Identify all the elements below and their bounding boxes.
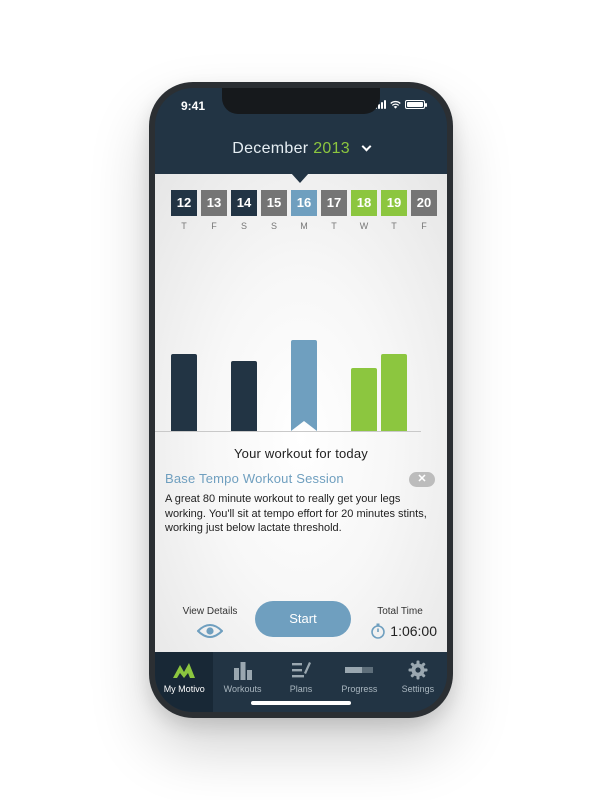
month-selector[interactable]: December 2013 — [155, 122, 447, 174]
month-label: December — [232, 140, 309, 157]
app-screen: 9:41 December 2013 12 T 13 F 14 S 15 S 1… — [155, 88, 447, 712]
day-item[interactable]: 17 T — [321, 190, 347, 231]
start-button[interactable]: Start — [255, 601, 351, 637]
wifi-icon — [390, 101, 401, 109]
notch — [222, 88, 380, 114]
gear-icon — [408, 660, 428, 680]
day-number: 18 — [351, 190, 377, 216]
tab-settings[interactable]: Settings — [389, 652, 447, 712]
weekday-label: T — [181, 221, 187, 231]
day-number: 20 — [411, 190, 437, 216]
session-title[interactable]: Base Tempo Workout Session — [165, 471, 344, 486]
selected-day-pointer — [291, 173, 309, 183]
day-item[interactable]: 18 W — [351, 190, 377, 231]
phone-frame: 9:41 December 2013 12 T 13 F 14 S 15 S 1… — [149, 82, 453, 718]
day-number: 16 — [291, 190, 317, 216]
day-item[interactable]: 12 T — [171, 190, 197, 231]
day-number: 14 — [231, 190, 257, 216]
weekday-label: F — [421, 221, 427, 231]
day-item[interactable]: 13 F — [201, 190, 227, 231]
bar-chart-icon — [233, 662, 252, 680]
progress-icon — [345, 667, 374, 673]
day-item[interactable]: 19 T — [381, 190, 407, 231]
tab-label: Plans — [289, 684, 313, 694]
chart-baseline — [155, 431, 421, 432]
view-details-label: View Details — [182, 606, 238, 617]
weekday-label: M — [300, 221, 308, 231]
day-bar-19[interactable] — [381, 354, 407, 431]
total-time-value: 1:06:00 — [390, 623, 437, 639]
day-item-selected[interactable]: 16 M — [291, 190, 317, 231]
weekday-label: S — [240, 221, 247, 231]
day-number: 13 — [201, 190, 227, 216]
total-time-label: Total Time — [377, 606, 423, 617]
session-description: A great 80 minute workout to really get … — [165, 493, 427, 535]
day-number: 15 — [261, 190, 287, 216]
motivo-logo-icon — [173, 663, 196, 678]
day-item[interactable]: 14 S — [231, 190, 257, 231]
status-time: 9:41 — [181, 99, 206, 113]
day-number: 12 — [171, 190, 197, 216]
weekday-label: W — [359, 221, 369, 231]
tab-my-motivo[interactable]: My Motivo — [155, 652, 214, 712]
battery-icon — [405, 100, 427, 109]
weekday-label: F — [211, 221, 217, 231]
tab-label: Settings — [401, 684, 435, 694]
day-bar-14[interactable] — [231, 361, 257, 431]
day-bar-16-selected[interactable] — [291, 340, 317, 431]
eye-icon — [197, 624, 223, 638]
chevron-down-icon[interactable] — [361, 141, 372, 152]
weekday-label: T — [331, 221, 337, 231]
day-bar-12[interactable] — [171, 354, 197, 431]
home-indicator[interactable] — [251, 701, 351, 705]
day-item[interactable]: 15 S — [261, 190, 287, 231]
day-number: 17 — [321, 190, 347, 216]
weekday-label: S — [270, 221, 277, 231]
plans-icon — [292, 662, 312, 678]
stopwatch-icon — [371, 623, 386, 639]
view-details-button[interactable]: View Details — [175, 606, 245, 639]
section-title: Your workout for today — [234, 446, 368, 461]
day-number: 19 — [381, 190, 407, 216]
main-content: 12 T 13 F 14 S 15 S 16 M 17 T 18 W 19 T … — [155, 173, 447, 652]
tab-label: Workouts — [223, 684, 262, 694]
day-item[interactable]: 20 F — [411, 190, 437, 231]
day-strip: 12 T 13 F 14 S 15 S 16 M 17 T 18 W 19 T … — [171, 190, 437, 231]
dismiss-button[interactable]: ✕ — [409, 472, 435, 487]
tab-label: My Motivo — [163, 684, 205, 694]
tab-label: Progress — [341, 684, 378, 694]
day-bar-18[interactable] — [351, 368, 377, 431]
action-row: View Details Start Total Time 1:06:00 — [155, 600, 447, 652]
total-time: Total Time 1:06:00 — [353, 606, 437, 639]
year-label: 2013 — [313, 140, 350, 157]
tab-bar: My Motivo Workouts Plans Progress Settin… — [155, 652, 447, 712]
weekday-label: T — [391, 221, 397, 231]
